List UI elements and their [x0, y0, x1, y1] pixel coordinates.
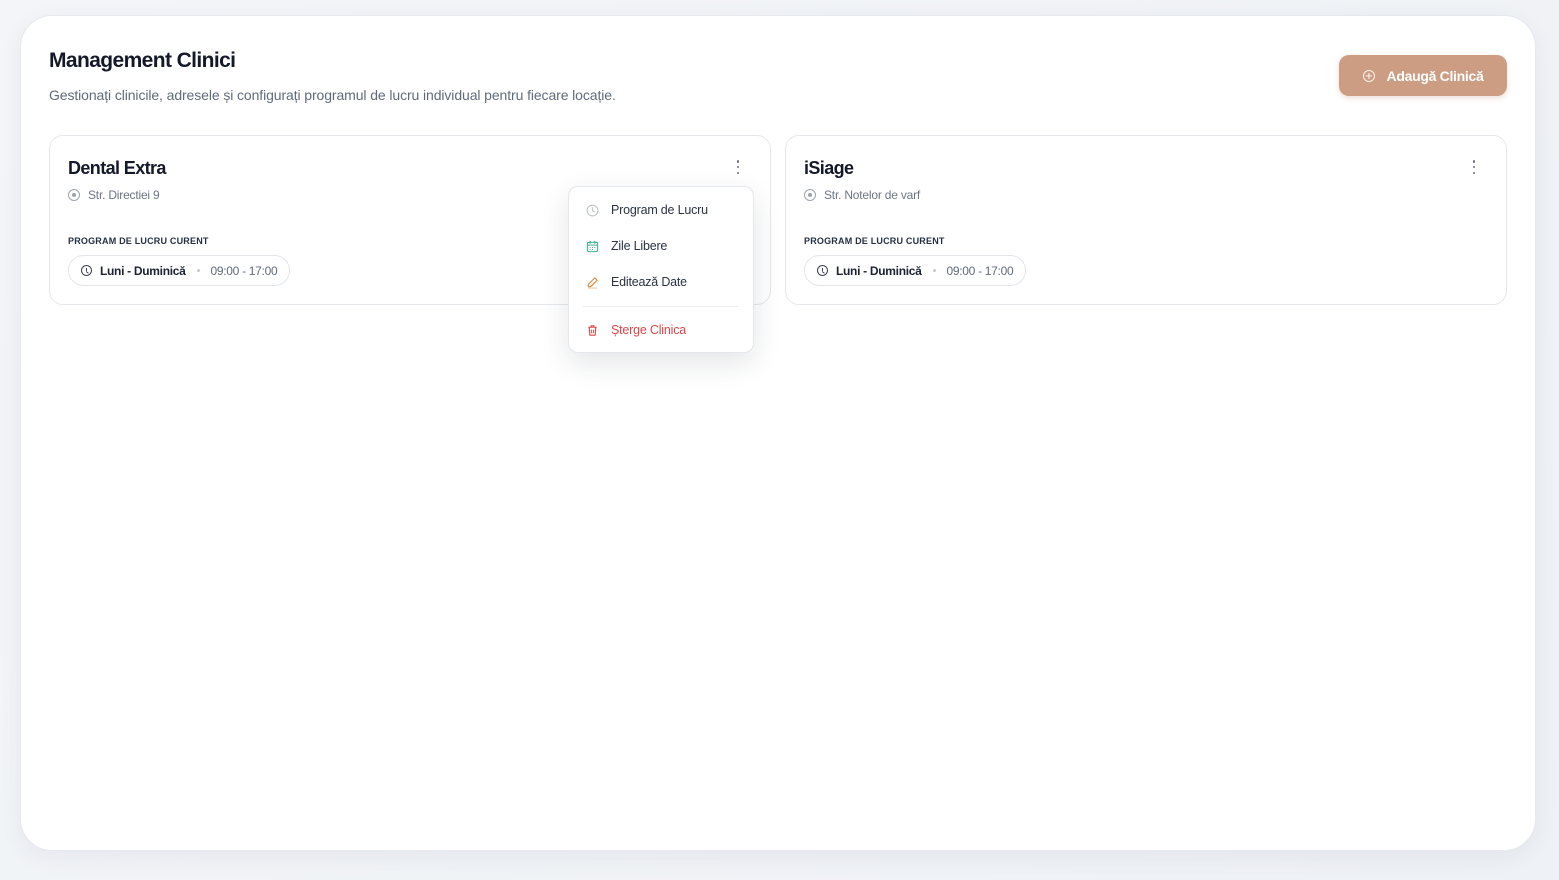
menu-item-label: Editează Date — [611, 275, 687, 289]
menu-item-days-off[interactable]: Zile Libere — [585, 236, 667, 256]
pencil-icon — [585, 275, 599, 289]
schedule-label: PROGRAM DE LUCRU CURENT — [804, 236, 945, 246]
schedule-pill: Luni - Duminică 09:00 - 17:00 — [804, 255, 1027, 286]
more-options-icon[interactable] — [1468, 160, 1480, 174]
schedule-label: PROGRAM DE LUCRU CURENT — [68, 236, 209, 246]
more-options-icon[interactable] — [732, 160, 744, 174]
location-pin-icon — [68, 189, 80, 201]
clock-icon — [817, 265, 828, 276]
clinic-name: iSiage — [804, 158, 854, 178]
menu-item-working-schedule[interactable]: Program de Lucru — [585, 200, 708, 220]
schedule-days: Luni - Duminică — [836, 263, 922, 278]
menu-item-delete-clinic[interactable]: Șterge Clinica — [585, 320, 686, 340]
menu-item-label: Șterge Clinica — [611, 323, 687, 337]
menu-divider — [583, 306, 739, 307]
calendar-icon — [585, 239, 599, 253]
clinic-options-menu: Program de Lucru Zile Libere Editează Da… — [568, 186, 754, 353]
page-subtitle: Gestionați clinicile, adresele și config… — [49, 87, 616, 103]
add-clinic-button[interactable]: Adaugă Clinică — [1339, 55, 1507, 96]
location-pin-icon — [804, 189, 816, 201]
trash-icon — [585, 323, 599, 337]
add-clinic-label: Adaugă Clinică — [1386, 67, 1484, 84]
clinic-name: Dental Extra — [68, 158, 166, 178]
clinic-address-text: Str. Directiei 9 — [88, 188, 160, 202]
schedule-hours: 09:00 - 17:00 — [210, 263, 278, 278]
clock-icon — [81, 265, 92, 276]
clinic-management-panel: Management Clinici Gestionați clinicile,… — [20, 15, 1536, 851]
clinic-address-text: Str. Notelor de varf — [824, 188, 921, 202]
clinic-address: Str. Directiei 9 — [68, 188, 160, 202]
menu-item-label: Zile Libere — [611, 239, 668, 253]
page-title: Management Clinici — [49, 49, 236, 72]
separator-dot — [932, 269, 936, 272]
separator-dot — [196, 269, 200, 272]
menu-item-label: Program de Lucru — [611, 203, 708, 217]
schedule-days: Luni - Duminică — [100, 263, 186, 278]
schedule-pill: Luni - Duminică 09:00 - 17:00 — [68, 255, 291, 286]
menu-item-edit-details[interactable]: Editează Date — [585, 272, 687, 292]
plus-circle-icon — [1362, 69, 1375, 82]
clinic-card: iSiage Str. Notelor de varf PROGRAM DE L… — [785, 135, 1507, 305]
schedule-hours: 09:00 - 17:00 — [946, 263, 1014, 278]
clinic-address: Str. Notelor de varf — [804, 188, 920, 202]
clock-icon — [585, 203, 599, 217]
